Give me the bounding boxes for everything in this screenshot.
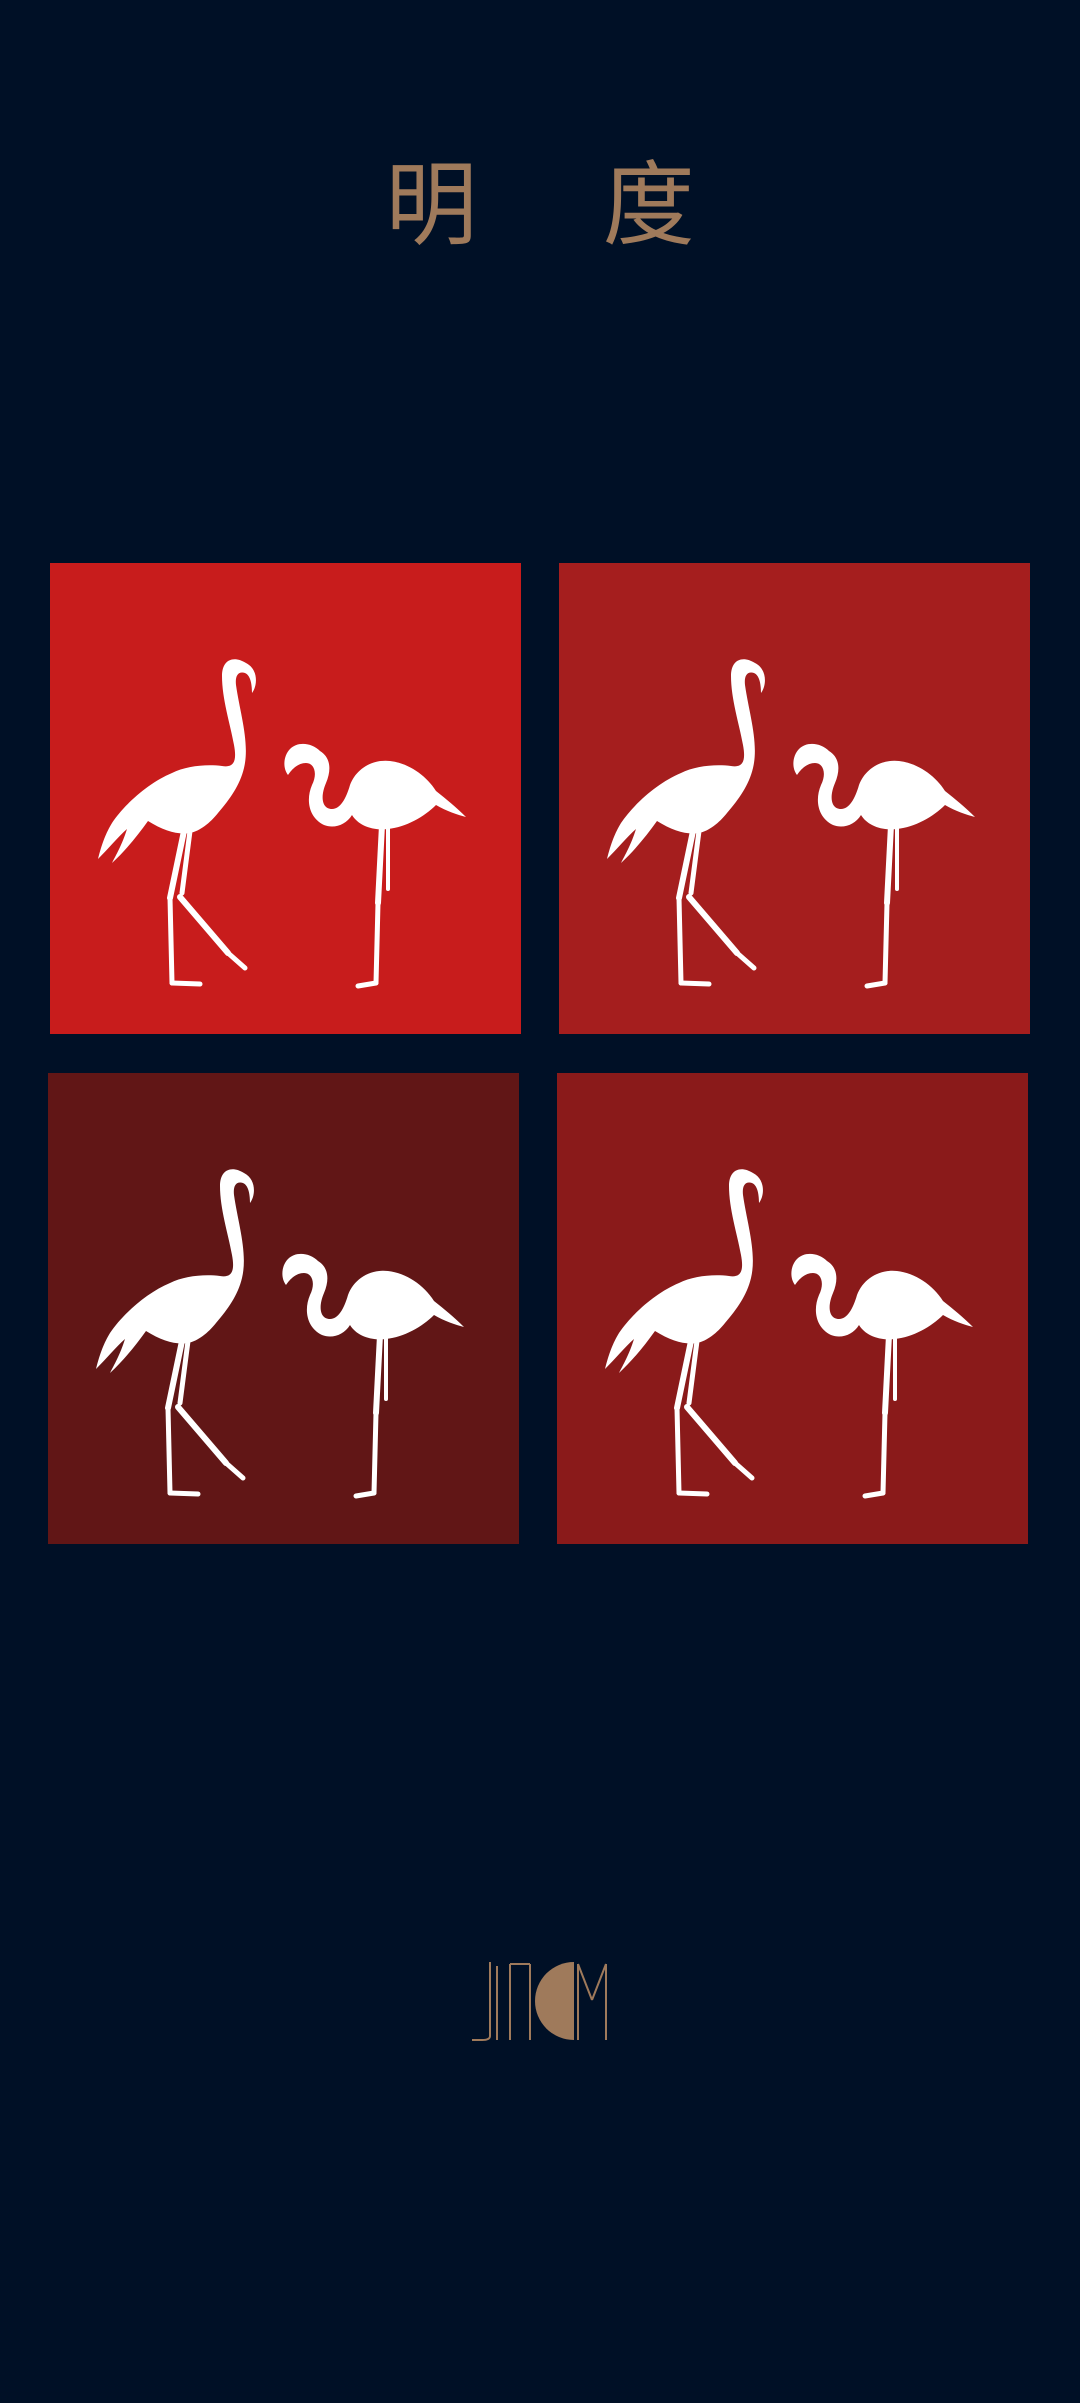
page-title: 明 度 [385, 152, 743, 259]
flamingo-swatch-4 [557, 1073, 1028, 1544]
flamingo-pair-icon [50, 563, 521, 1034]
flamingo-swatch-1 [50, 563, 521, 1034]
flamingo-swatch-2 [559, 563, 1030, 1034]
flamingo-swatch-3 [48, 1073, 519, 1544]
flamingo-pair-icon [48, 1073, 519, 1544]
flamingo-pair-icon [559, 563, 1030, 1034]
flamingo-pair-icon [557, 1073, 1028, 1544]
brand-logo [470, 1960, 612, 2042]
jncm-logo-icon [472, 1962, 607, 2041]
